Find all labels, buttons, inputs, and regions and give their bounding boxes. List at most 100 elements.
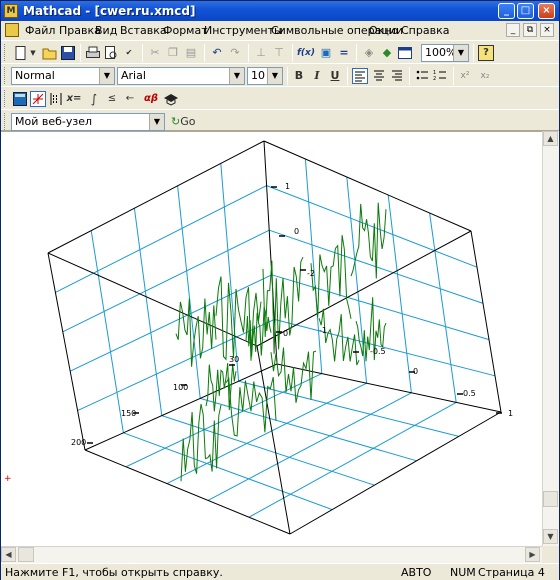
insert-unit-icon[interactable]: ▣ xyxy=(318,45,334,61)
menu-format[interactable]: Формат xyxy=(163,24,208,37)
save-icon[interactable] xyxy=(60,45,76,61)
horizontal-scrollbar[interactable]: ◀ ▶ xyxy=(1,546,542,563)
undo-icon[interactable]: ↶ xyxy=(209,45,225,61)
greek-icon[interactable]: αβ xyxy=(141,91,161,107)
help-icon[interactable]: ? xyxy=(478,45,494,61)
toolbar-separator xyxy=(248,44,249,62)
symbolic-icon[interactable] xyxy=(163,91,179,107)
close-button[interactable]: × xyxy=(538,3,555,19)
font-select[interactable]: Arial ▼ xyxy=(117,67,245,85)
bold-button[interactable]: B xyxy=(291,68,307,84)
standard-toolbar: ▼ ✔ ✂ ❐ ▤ ↶ ↷ ⊥ ⊤ f(x) ▣ = ◈ ◆ 100% ▼ ? xyxy=(1,40,559,64)
subscript-button[interactable]: x₂ xyxy=(477,68,493,84)
mdi-restore-button[interactable]: ⧉ xyxy=(523,23,537,37)
programming-icon[interactable]: ← xyxy=(122,91,138,107)
toolbar-grip[interactable] xyxy=(4,67,7,84)
plot-curve xyxy=(180,403,222,482)
align-right-icon[interactable] xyxy=(389,68,405,84)
style-select[interactable]: Normal ▼ xyxy=(11,67,115,85)
chevron-down-icon[interactable]: ▼ xyxy=(453,45,468,61)
size-grip[interactable] xyxy=(542,546,559,563)
calculator-icon[interactable] xyxy=(12,91,28,107)
zoom-select[interactable]: 100% ▼ xyxy=(421,44,469,62)
3d-plot[interactable]: 1 0 -1 -2 0 -0.5 0 0.5 1 30 100 150 200 xyxy=(1,132,542,546)
superscript-button[interactable]: x² xyxy=(457,68,473,84)
menu-view[interactable]: Вид xyxy=(95,24,117,37)
toolbar-grip[interactable] xyxy=(4,44,7,61)
new-icon[interactable] xyxy=(13,45,29,61)
calculus-icon[interactable]: ∫ xyxy=(86,91,102,107)
print-preview-icon[interactable] xyxy=(103,45,119,61)
axis-label: 200 xyxy=(71,438,86,447)
new-dropdown-icon[interactable]: ▼ xyxy=(29,45,37,61)
vertical-scrollbar[interactable]: ▲ ▼ xyxy=(542,131,559,546)
insert-component-icon[interactable]: ◈ xyxy=(361,45,377,61)
axis-label: 30 xyxy=(229,355,239,364)
scroll-left-icon[interactable]: ◀ xyxy=(1,547,16,562)
print-icon[interactable] xyxy=(85,45,101,61)
style-value: Normal xyxy=(15,69,55,82)
font-value: Arial xyxy=(121,69,146,82)
cut-icon[interactable]: ✂ xyxy=(147,45,163,61)
status-page: Страница 4 xyxy=(478,566,545,579)
resources-icon[interactable]: ◆ xyxy=(379,45,395,61)
numbered-list-icon[interactable]: 12 xyxy=(432,68,448,84)
align-down-icon[interactable]: ⊤ xyxy=(271,45,287,61)
toolbar-grip[interactable] xyxy=(4,90,7,107)
horizontal-scroll-thumb[interactable] xyxy=(18,547,34,562)
underline-button[interactable]: U xyxy=(327,68,343,84)
menu-insert[interactable]: Вставка xyxy=(120,24,167,37)
go-arrow-icon: ↻ xyxy=(171,115,181,128)
matrix-icon[interactable] xyxy=(48,91,64,107)
graph-icon[interactable] xyxy=(30,91,46,107)
italic-button[interactable]: I xyxy=(309,68,325,84)
align-center-icon[interactable] xyxy=(371,68,387,84)
toolbar-separator xyxy=(80,44,81,62)
menu-window[interactable]: Окно xyxy=(369,24,398,37)
scroll-down-icon[interactable]: ▼ xyxy=(543,529,558,544)
axis-label: 150 xyxy=(121,409,136,418)
document-icon[interactable] xyxy=(5,23,19,37)
bullet-list-icon[interactable] xyxy=(414,68,430,84)
go-button[interactable]: ↻Go xyxy=(171,114,201,130)
mdi-minimize-button[interactable]: _ xyxy=(506,23,520,37)
web-toolbar: Мой веб-узел ▼ ↻Go xyxy=(1,109,559,131)
plot-axis-ticks xyxy=(87,186,502,444)
align-icon[interactable]: ⊥ xyxy=(253,45,269,61)
chevron-down-icon[interactable]: ▼ xyxy=(99,68,114,84)
evaluation-icon[interactable]: x= xyxy=(66,91,82,107)
redo-icon[interactable]: ↷ xyxy=(227,45,243,61)
mathcad-app-icon[interactable]: M xyxy=(4,4,18,18)
axis-label: -0.5 xyxy=(370,347,386,356)
address-select[interactable]: Мой веб-узел ▼ xyxy=(11,113,165,131)
copy-icon[interactable]: ❐ xyxy=(165,45,181,61)
scroll-right-icon[interactable]: ▶ xyxy=(525,547,540,562)
insert-function-icon[interactable]: f(x) xyxy=(297,45,315,61)
spellcheck-icon[interactable]: ✔ xyxy=(121,45,137,61)
plot-curve xyxy=(215,276,262,361)
open-icon[interactable] xyxy=(42,45,58,61)
toolbar-grip[interactable] xyxy=(4,113,7,130)
paste-icon[interactable]: ▤ xyxy=(183,45,199,61)
font-size-select[interactable]: 10 ▼ xyxy=(247,67,283,85)
title-bar[interactable]: M Mathcad - [cwer.ru.xmcd] _ □ × xyxy=(1,1,559,21)
grid-line xyxy=(387,194,412,393)
scroll-up-icon[interactable]: ▲ xyxy=(543,131,558,146)
mdi-close-button[interactable]: × xyxy=(540,23,554,37)
boolean-icon[interactable]: ≤ xyxy=(104,91,120,107)
chevron-down-icon[interactable]: ▼ xyxy=(149,114,164,130)
align-left-icon[interactable] xyxy=(352,68,368,84)
chevron-down-icon[interactable]: ▼ xyxy=(229,68,244,84)
worksheet-area[interactable]: + 1 0 -1 -2 0 -0.5 0 0.5 1 30 100 150 200 xyxy=(1,131,542,546)
window-icon[interactable] xyxy=(397,45,413,61)
plot-curve xyxy=(350,202,387,279)
grid-line xyxy=(133,208,163,416)
vertical-scroll-thumb[interactable] xyxy=(543,491,558,507)
calculate-icon[interactable]: = xyxy=(336,45,352,61)
minimize-button[interactable]: _ xyxy=(498,3,515,19)
menu-help[interactable]: Справка xyxy=(401,24,449,37)
menu-file[interactable]: Файл xyxy=(25,24,55,37)
chevron-down-icon[interactable]: ▼ xyxy=(267,68,282,84)
plot-curves xyxy=(175,202,387,482)
maximize-button[interactable]: □ xyxy=(517,3,534,19)
